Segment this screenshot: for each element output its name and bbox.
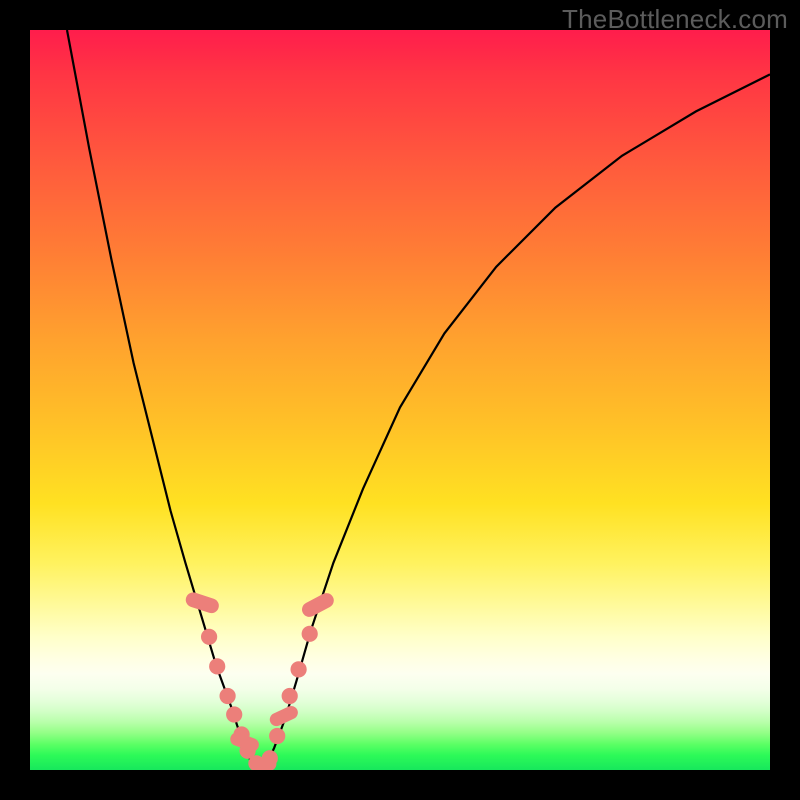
plot-area: [30, 30, 770, 770]
curve-left-curve: [67, 30, 252, 764]
data-marker: [201, 629, 217, 645]
data-marker: [220, 688, 236, 704]
marker-layer: [184, 590, 337, 770]
data-marker-pill: [299, 590, 336, 619]
data-marker: [269, 728, 285, 744]
data-marker: [302, 626, 318, 642]
curve-layer: [67, 30, 770, 764]
curve-right-curve: [267, 74, 770, 764]
data-marker: [226, 706, 242, 722]
data-marker: [282, 688, 298, 704]
data-marker: [209, 658, 225, 674]
data-marker-pill: [184, 590, 221, 615]
chart-frame: TheBottleneck.com: [0, 0, 800, 800]
chart-svg: [30, 30, 770, 770]
data-marker-pill: [250, 757, 277, 770]
data-marker: [291, 661, 307, 677]
